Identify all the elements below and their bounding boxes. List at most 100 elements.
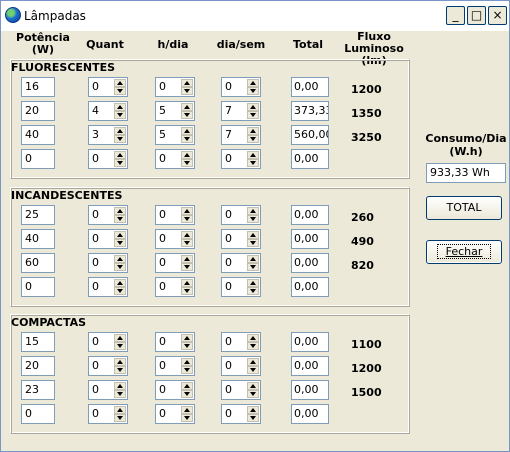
spin-down-arrow-icon[interactable] <box>247 159 259 167</box>
dia-sem-spinner-value[interactable]: 0 <box>225 151 232 167</box>
h-dia-spinner[interactable]: 0 <box>155 77 195 97</box>
spin-buttons[interactable] <box>247 127 259 143</box>
dia-sem-spinner-value[interactable]: 7 <box>225 103 232 119</box>
quant-spinner-value[interactable]: 0 <box>92 406 99 422</box>
potencia-input[interactable]: 23 <box>21 380 55 400</box>
dia-sem-spinner[interactable]: 0 <box>221 149 261 169</box>
spin-buttons[interactable] <box>181 406 193 422</box>
spin-buttons[interactable] <box>114 103 126 119</box>
dia-sem-spinner[interactable]: 0 <box>221 229 261 249</box>
spin-buttons[interactable] <box>114 406 126 422</box>
h-dia-spinner-value[interactable]: 0 <box>159 255 166 271</box>
spin-down-arrow-icon[interactable] <box>181 215 193 223</box>
dia-sem-spinner[interactable]: 0 <box>221 205 261 225</box>
quant-spinner[interactable]: 0 <box>88 149 128 169</box>
spin-up-arrow-icon[interactable] <box>181 255 193 263</box>
spin-up-arrow-icon[interactable] <box>114 151 126 159</box>
spin-down-arrow-icon[interactable] <box>114 414 126 422</box>
spin-up-arrow-icon[interactable] <box>247 127 259 135</box>
spin-buttons[interactable] <box>247 279 259 295</box>
spin-up-arrow-icon[interactable] <box>114 127 126 135</box>
spin-buttons[interactable] <box>114 231 126 247</box>
quant-spinner[interactable]: 0 <box>88 332 128 352</box>
quant-spinner-value[interactable]: 0 <box>92 79 99 95</box>
spin-down-arrow-icon[interactable] <box>181 414 193 422</box>
h-dia-spinner[interactable]: 0 <box>155 229 195 249</box>
spin-down-arrow-icon[interactable] <box>247 263 259 271</box>
spin-buttons[interactable] <box>181 79 193 95</box>
spin-down-arrow-icon[interactable] <box>114 342 126 350</box>
spin-up-arrow-icon[interactable] <box>114 207 126 215</box>
spin-down-arrow-icon[interactable] <box>181 366 193 374</box>
h-dia-spinner[interactable]: 0 <box>155 277 195 297</box>
dia-sem-spinner-value[interactable]: 0 <box>225 279 232 295</box>
potencia-input[interactable]: 40 <box>21 229 55 249</box>
spin-down-arrow-icon[interactable] <box>247 366 259 374</box>
spin-up-arrow-icon[interactable] <box>247 358 259 366</box>
spin-down-arrow-icon[interactable] <box>247 135 259 143</box>
h-dia-spinner-value[interactable]: 0 <box>159 382 166 398</box>
spin-up-arrow-icon[interactable] <box>114 103 126 111</box>
spin-up-arrow-icon[interactable] <box>181 358 193 366</box>
spin-down-arrow-icon[interactable] <box>114 87 126 95</box>
spin-buttons[interactable] <box>247 79 259 95</box>
dia-sem-spinner[interactable]: 0 <box>221 380 261 400</box>
spin-up-arrow-icon[interactable] <box>181 79 193 87</box>
spin-up-arrow-icon[interactable] <box>181 151 193 159</box>
quant-spinner[interactable]: 4 <box>88 101 128 121</box>
dia-sem-spinner[interactable]: 0 <box>221 277 261 297</box>
dia-sem-spinner[interactable]: 7 <box>221 125 261 145</box>
quant-spinner-value[interactable]: 0 <box>92 334 99 350</box>
spin-down-arrow-icon[interactable] <box>181 287 193 295</box>
spin-down-arrow-icon[interactable] <box>114 239 126 247</box>
spin-buttons[interactable] <box>181 255 193 271</box>
dia-sem-spinner-value[interactable]: 0 <box>225 231 232 247</box>
spin-up-arrow-icon[interactable] <box>247 151 259 159</box>
spin-buttons[interactable] <box>247 358 259 374</box>
spin-up-arrow-icon[interactable] <box>181 406 193 414</box>
spin-down-arrow-icon[interactable] <box>114 263 126 271</box>
spin-buttons[interactable] <box>247 207 259 223</box>
h-dia-spinner-value[interactable]: 5 <box>159 103 166 119</box>
spin-down-arrow-icon[interactable] <box>181 87 193 95</box>
quant-spinner-value[interactable]: 0 <box>92 151 99 167</box>
spin-down-arrow-icon[interactable] <box>181 263 193 271</box>
potencia-input[interactable]: 40 <box>21 125 55 145</box>
spin-buttons[interactable] <box>114 334 126 350</box>
h-dia-spinner[interactable]: 5 <box>155 125 195 145</box>
spin-buttons[interactable] <box>181 207 193 223</box>
spin-up-arrow-icon[interactable] <box>114 79 126 87</box>
spin-down-arrow-icon[interactable] <box>247 287 259 295</box>
spin-up-arrow-icon[interactable] <box>181 382 193 390</box>
potencia-input[interactable]: 0 <box>21 404 55 424</box>
potencia-input[interactable]: 0 <box>21 149 55 169</box>
spin-buttons[interactable] <box>181 151 193 167</box>
h-dia-spinner[interactable]: 0 <box>155 332 195 352</box>
dia-sem-spinner-value[interactable]: 0 <box>225 334 232 350</box>
spin-buttons[interactable] <box>247 382 259 398</box>
quant-spinner[interactable]: 0 <box>88 277 128 297</box>
quant-spinner-value[interactable]: 3 <box>92 127 99 143</box>
quant-spinner-value[interactable]: 0 <box>92 255 99 271</box>
h-dia-spinner[interactable]: 0 <box>155 205 195 225</box>
spin-up-arrow-icon[interactable] <box>247 334 259 342</box>
quant-spinner[interactable]: 0 <box>88 356 128 376</box>
spin-down-arrow-icon[interactable] <box>181 135 193 143</box>
h-dia-spinner[interactable]: 0 <box>155 149 195 169</box>
spin-up-arrow-icon[interactable] <box>247 207 259 215</box>
spin-up-arrow-icon[interactable] <box>247 79 259 87</box>
spin-buttons[interactable] <box>247 255 259 271</box>
spin-buttons[interactable] <box>114 279 126 295</box>
spin-up-arrow-icon[interactable] <box>247 231 259 239</box>
spin-down-arrow-icon[interactable] <box>114 215 126 223</box>
spin-up-arrow-icon[interactable] <box>247 406 259 414</box>
consumo-value-field[interactable]: 933,33 Wh <box>426 163 506 183</box>
potencia-input[interactable]: 20 <box>21 101 55 121</box>
dia-sem-spinner-value[interactable]: 7 <box>225 127 232 143</box>
spin-down-arrow-icon[interactable] <box>114 111 126 119</box>
spin-buttons[interactable] <box>181 127 193 143</box>
quant-spinner-value[interactable]: 0 <box>92 382 99 398</box>
spin-up-arrow-icon[interactable] <box>247 382 259 390</box>
quant-spinner[interactable]: 0 <box>88 77 128 97</box>
quant-spinner[interactable]: 0 <box>88 380 128 400</box>
